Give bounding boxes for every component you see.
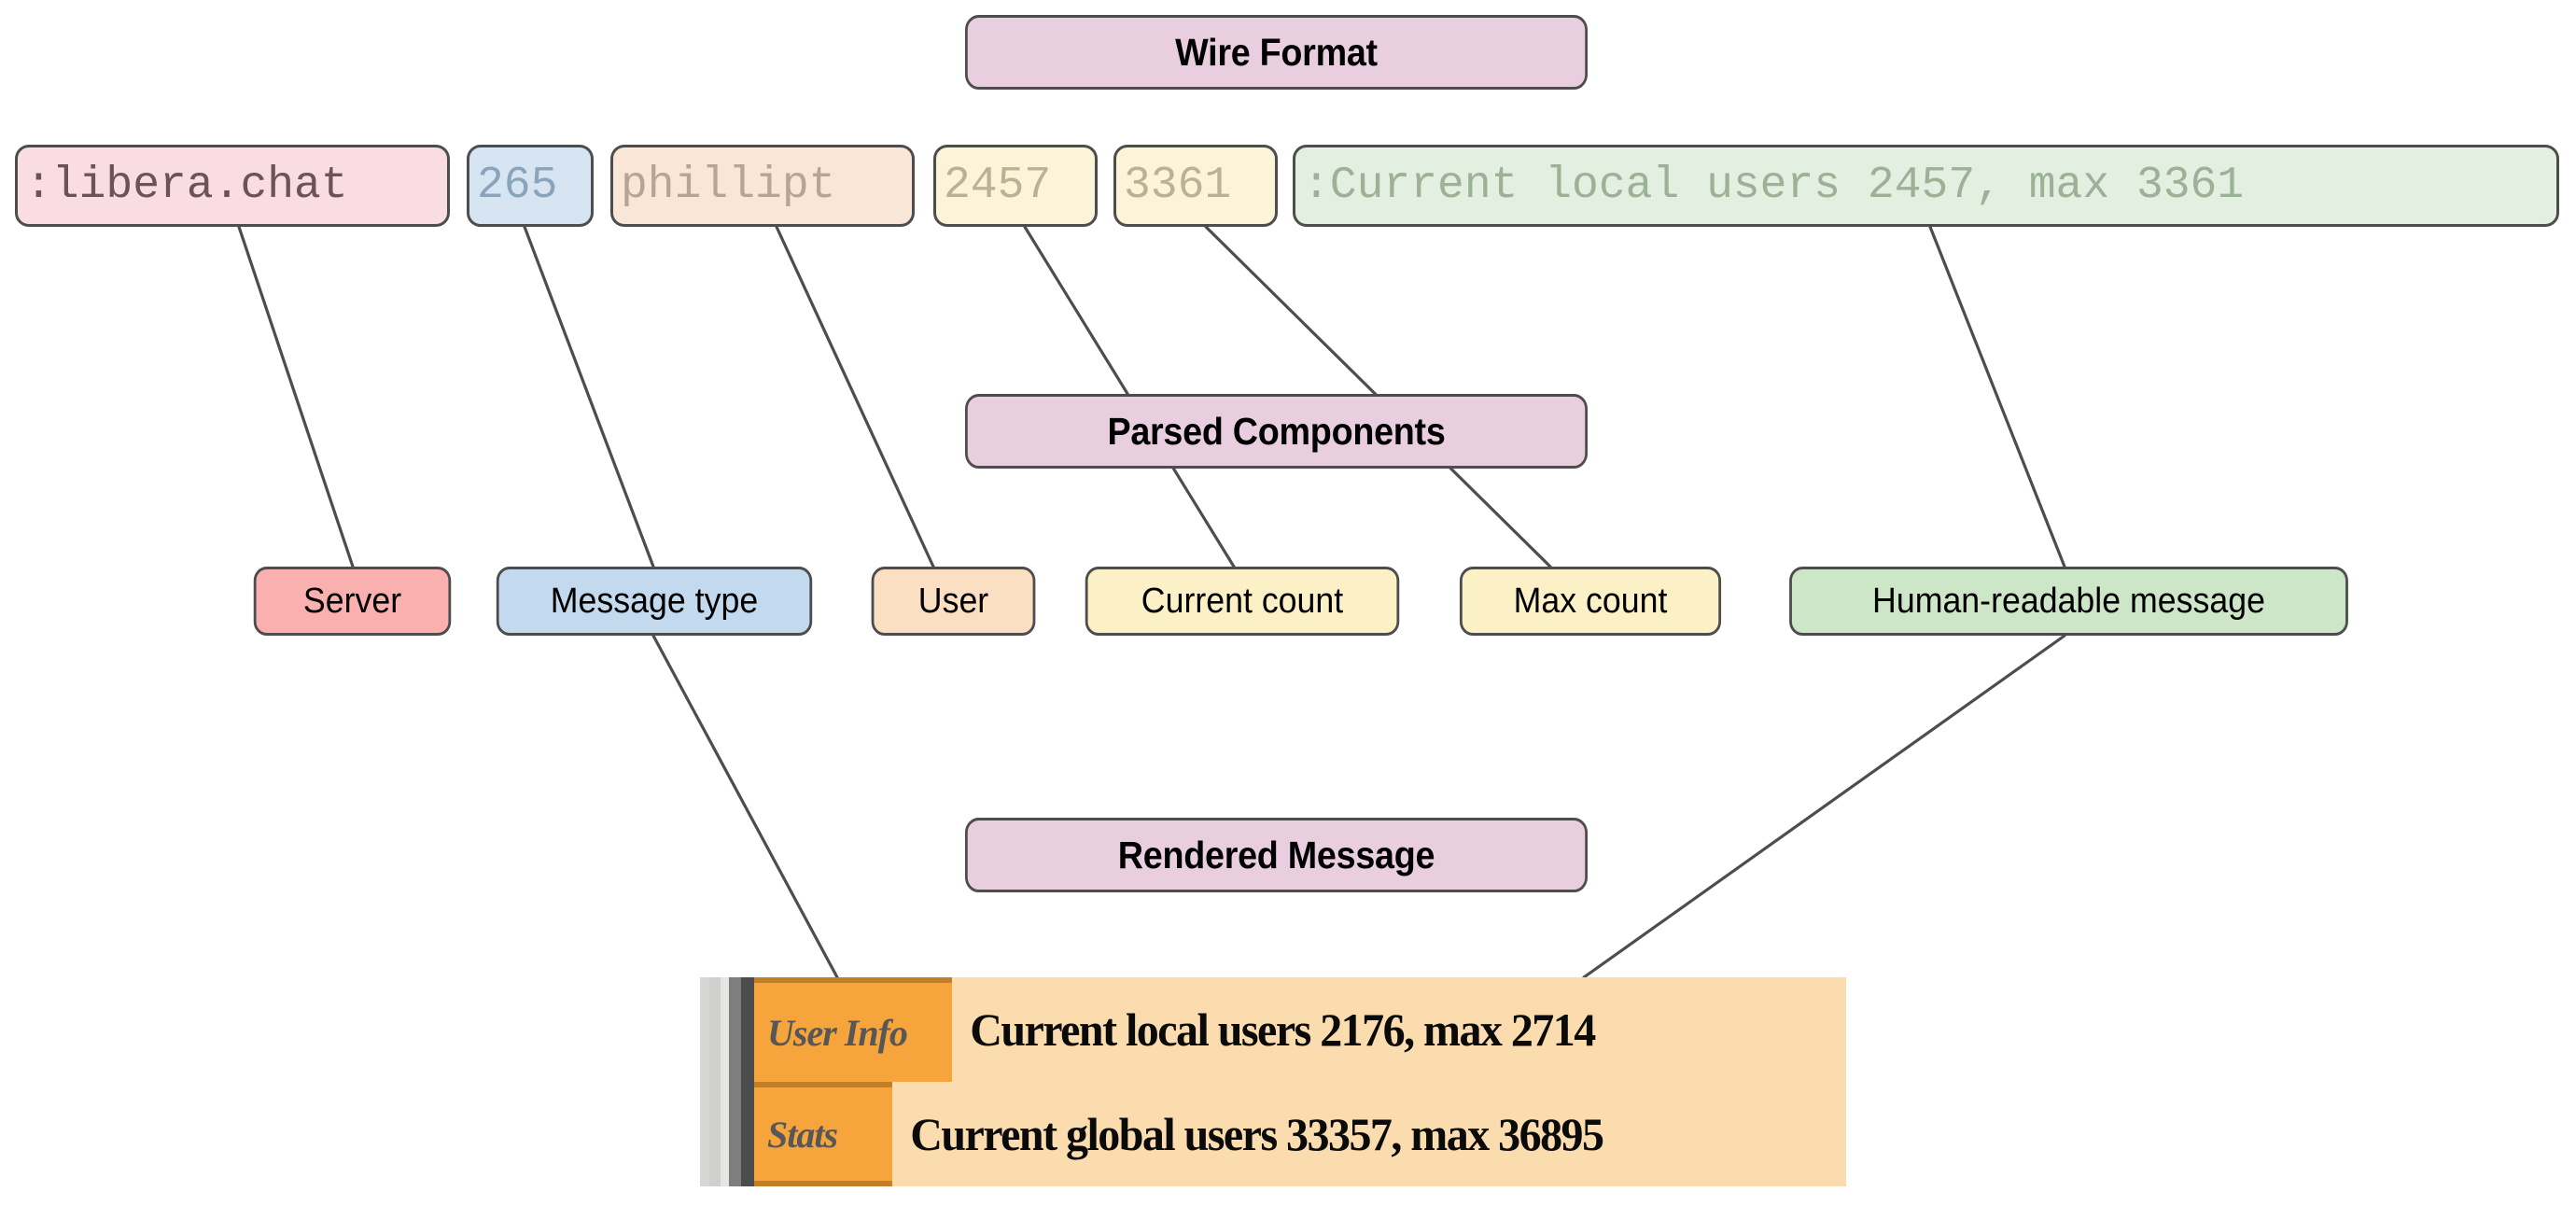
- wire-token-text: :Current local users 2457, max 3361: [1303, 161, 2245, 211]
- wire-token-max-count[interactable]: 3361: [1113, 145, 1278, 227]
- diagram-canvas: Wire Format Parsed Components Rendered M…: [0, 0, 2576, 1206]
- edge-message-type: [523, 225, 655, 568]
- section-title-label: Rendered Message: [1117, 833, 1435, 876]
- wire-token-current-count[interactable]: 2457: [933, 145, 1098, 227]
- message-tag-label: User Info: [767, 1011, 908, 1054]
- section-title-label: Parsed Components: [1107, 409, 1446, 453]
- message-body-text: Current local users 2176, max 2714: [970, 1003, 1596, 1056]
- edge-server: [237, 225, 355, 568]
- message-row[interactable]: User Info Current local users 2176, max …: [754, 977, 1846, 1082]
- component-max-count[interactable]: Max count: [1459, 567, 1722, 636]
- message-row[interactable]: Stats Current global users 33357, max 36…: [754, 1082, 1846, 1186]
- edge-rendered-body: [1582, 634, 2066, 979]
- section-title-label: Wire Format: [1175, 30, 1378, 74]
- message-tag-user-info: User Info: [754, 977, 952, 1082]
- wire-token-server[interactable]: :libera.chat: [15, 145, 450, 227]
- edge-rendered-tag: [651, 634, 839, 979]
- client-scrollbar-gutter[interactable]: [700, 977, 754, 1186]
- edge-human-readable: [1928, 225, 2066, 568]
- message-body-text: Current global users 33357, max 36895: [910, 1108, 1604, 1160]
- component-human-readable-message[interactable]: Human-readable message: [1789, 567, 2348, 636]
- component-label: Max count: [1513, 581, 1668, 621]
- wire-token-nick[interactable]: phillipt: [610, 145, 915, 227]
- row-divider: [754, 977, 952, 983]
- wire-token-numeric[interactable]: 265: [467, 145, 594, 227]
- message-tag-stats: Stats: [754, 1082, 892, 1186]
- component-label: Server: [302, 581, 402, 621]
- component-user[interactable]: User: [871, 567, 1036, 636]
- wire-token-text: 265: [477, 161, 558, 211]
- component-server[interactable]: Server: [253, 567, 452, 636]
- message-tag-label: Stats: [767, 1113, 838, 1156]
- wire-token-text: 3361: [1124, 161, 1232, 211]
- component-label: Current count: [1141, 581, 1344, 621]
- component-current-count[interactable]: Current count: [1085, 567, 1400, 636]
- wire-token-text: :libera.chat: [25, 161, 348, 211]
- component-label: User: [917, 581, 989, 621]
- component-message-type[interactable]: Message type: [496, 567, 813, 636]
- wire-token-text: 2457: [944, 161, 1052, 211]
- section-title-wire-format: Wire Format: [965, 15, 1588, 90]
- wire-token-text: phillipt: [621, 161, 836, 211]
- section-title-rendered-message: Rendered Message: [965, 818, 1588, 892]
- component-label: Message type: [550, 581, 759, 621]
- component-label: Human-readable message: [1872, 581, 2265, 621]
- section-title-parsed-components: Parsed Components: [965, 394, 1588, 469]
- message-list: User Info Current local users 2176, max …: [754, 977, 1846, 1186]
- rendered-message-screenshot: User Info Current local users 2176, max …: [700, 977, 1846, 1186]
- row-divider: [754, 1082, 892, 1087]
- edge-user: [775, 225, 935, 568]
- wire-token-trailing[interactable]: :Current local users 2457, max 3361: [1293, 145, 2559, 227]
